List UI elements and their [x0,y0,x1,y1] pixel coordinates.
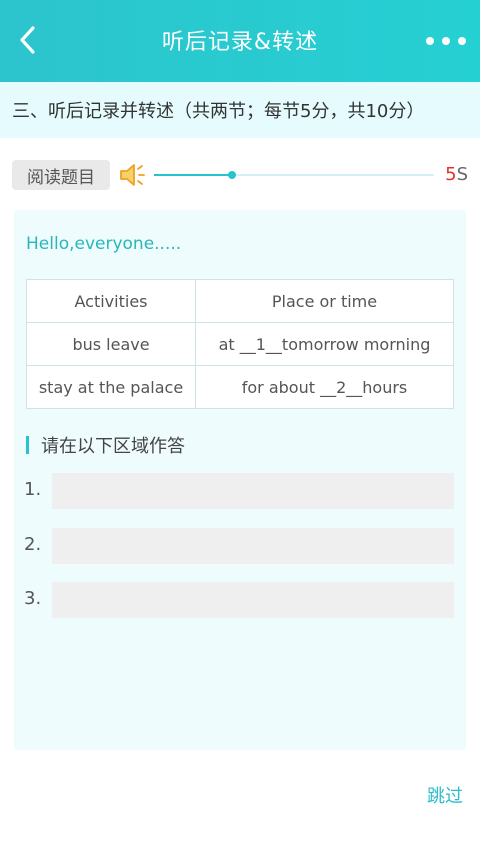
audio-progress-thumb[interactable] [228,171,237,179]
timer-number: 5 [445,164,457,185]
audio-player: 阅读题目 5S [12,158,472,192]
section-heading-bar: 三、听后记录并转述（共两节；每节5分，共10分） [0,82,480,138]
table-row: stay at the palace for about __2__hours [26,365,454,409]
more-options-button[interactable] [426,26,466,56]
answer-row-3: 3. [24,582,454,618]
section-heading: 三、听后记录并转述（共两节；每节5分，共10分） [12,101,425,122]
activity-table: Activities Place or time bus leave at __… [26,279,454,409]
answer-area-title: 请在以下区域作答 [41,436,185,457]
table-cell: for about __2__hours [195,365,454,409]
more-dots-icon [458,37,466,45]
answer-row-2: 2. [24,528,454,564]
app-header: 听后记录&转述 [0,0,480,82]
answer-input-2[interactable] [52,528,454,564]
table-header-cell: Activities [26,279,196,323]
passage-greeting: Hello,everyone..... [26,234,182,254]
more-dots-icon [442,37,450,45]
audio-progress-track[interactable] [154,171,434,179]
answer-number: 3. [24,588,42,609]
page-title: 听后记录&转述 [161,30,319,55]
table-cell: bus leave [26,322,196,366]
table-header-cell: Place or time [195,279,454,323]
speaker-icon[interactable] [118,160,148,190]
table-header-row: Activities Place or time [26,279,454,323]
answer-area-heading: 请在以下区域作答 [26,432,185,458]
timer-unit: S [456,164,468,185]
question-card: Hello,everyone..... Activities Place or … [14,210,466,750]
more-dots-icon [426,37,434,45]
answer-input-1[interactable] [52,473,454,509]
heading-accent-bar [26,436,29,454]
skip-button[interactable]: 跳过 [427,782,463,808]
answer-row-1: 1. [24,473,454,509]
table-row: bus leave at __1__tomorrow morning [26,322,454,366]
table-cell: at __1__tomorrow morning [195,322,454,366]
countdown-timer: 5S [445,164,468,185]
answer-number: 1. [24,479,42,500]
table-cell: stay at the palace [26,365,196,409]
audio-progress-fill [154,174,233,176]
answer-input-3[interactable] [52,582,454,618]
answer-number: 2. [24,534,42,555]
read-question-button[interactable]: 阅读题目 [12,160,110,190]
